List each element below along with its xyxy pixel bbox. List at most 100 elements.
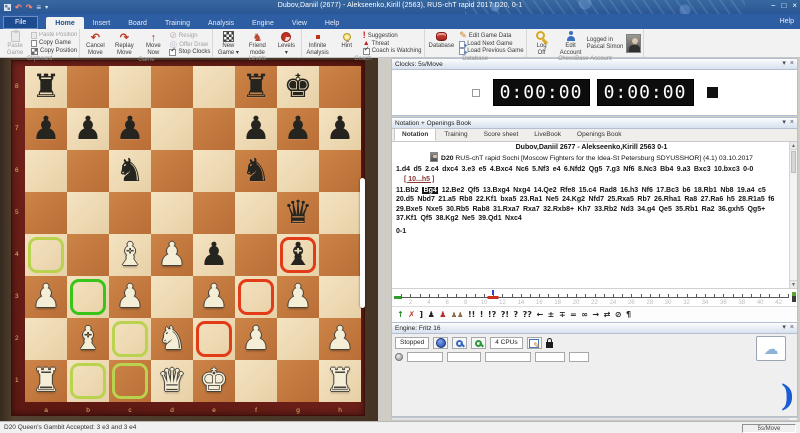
eval-equal-button[interactable]: =: [570, 308, 577, 322]
tab-file[interactable]: File: [3, 16, 38, 29]
tab-insert[interactable]: Insert: [84, 17, 120, 29]
eval-white-better-button[interactable]: ±: [548, 308, 555, 322]
piece-white-bishop-c4[interactable]: ♝: [109, 234, 151, 276]
piece-black-pawn-h7[interactable]: ♟: [319, 108, 361, 150]
piece-white-king-e1[interactable]: ♚: [193, 360, 235, 402]
tab-engine[interactable]: Engine: [243, 17, 283, 29]
nag-brilliant-button[interactable]: !!: [468, 308, 475, 322]
exchange-variation-button[interactable]: ♟♟: [451, 308, 464, 322]
log-off-button[interactable]: Log Off: [529, 30, 555, 56]
cloud-engine-button[interactable]: [756, 336, 786, 361]
tab-board[interactable]: Board: [119, 17, 156, 29]
board-icon[interactable]: [4, 4, 11, 11]
erase-annotations-button[interactable]: ⊘: [615, 308, 622, 322]
insert-move-button[interactable]: ↑: [397, 308, 404, 322]
piece-black-pawn-g7[interactable]: ♟: [277, 108, 319, 150]
piece-white-pawn-f2[interactable]: ♟: [235, 318, 277, 360]
nag-attack-button[interactable]: →: [592, 308, 599, 322]
scroll-down-icon[interactable]: ▼: [790, 280, 797, 288]
notation-tab-training[interactable]: Training: [436, 128, 475, 141]
redo-icon[interactable]: [26, 2, 33, 13]
notation-tab-notation[interactable]: Notation: [394, 128, 436, 141]
eval-black-better-button[interactable]: ∓: [559, 308, 566, 322]
copy-position-button[interactable]: Copy Position: [31, 48, 77, 55]
piece-white-pawn-e3[interactable]: ♟: [193, 276, 235, 318]
collapse-icon[interactable]: ▾: [782, 119, 786, 127]
engine-value-field-3[interactable]: [485, 352, 531, 362]
caret-icon[interactable]: [45, 1, 48, 14]
close-icon[interactable]: ×: [790, 60, 794, 68]
engine-start-button[interactable]: [433, 337, 448, 349]
copy-game-button[interactable]: Copy Game: [31, 40, 77, 47]
move-now-button[interactable]: Move Now: [140, 30, 166, 57]
minimize-button[interactable]: −: [771, 1, 776, 10]
piece-white-pawn-h2[interactable]: ♟: [319, 318, 361, 360]
restore-button[interactable]: □: [781, 1, 786, 10]
replay-move-button[interactable]: Replay Move: [111, 30, 137, 57]
piece-black-pawn-e4[interactable]: ♟: [193, 234, 235, 276]
piece-black-knight-c6[interactable]: ♞: [109, 150, 151, 192]
eval-unclear-button[interactable]: ∞: [581, 308, 588, 322]
collapse-icon[interactable]: ▾: [782, 60, 786, 68]
piece-white-queen-d1[interactable]: ♛: [151, 360, 193, 402]
tab-view[interactable]: View: [283, 17, 316, 29]
close-icon[interactable]: ×: [790, 119, 794, 127]
analysis-button[interactable]: [452, 337, 467, 349]
scroll-up-icon[interactable]: ▲: [790, 142, 797, 150]
hint-button[interactable]: Hint: [334, 30, 360, 56]
variation-line[interactable]: [ 10...h5 ]: [404, 176, 787, 183]
database-button[interactable]: Database: [427, 30, 457, 56]
nag-counterplay-button[interactable]: ⇄: [604, 308, 611, 322]
edit-account-button[interactable]: Edit Account: [558, 30, 584, 56]
delete-move-button[interactable]: ✗: [408, 308, 415, 322]
nag-retreat-button[interactable]: ←: [536, 308, 543, 322]
lock-icon[interactable]: [546, 342, 553, 348]
scrollbar-thumb[interactable]: [392, 418, 789, 420]
tab-help[interactable]: Help: [316, 17, 348, 29]
engine-value-field-4[interactable]: [535, 352, 565, 362]
piece-black-pawn-c7[interactable]: ♟: [109, 108, 151, 150]
nag-good-button[interactable]: !: [480, 308, 484, 322]
cpus-button[interactable]: 4 CPUs: [490, 337, 522, 349]
stop-clocks-button[interactable]: Stop Clocks: [169, 49, 210, 56]
menu-icon[interactable]: [36, 2, 41, 13]
end-variation-button[interactable]: ]: [419, 308, 423, 322]
notation-output-button[interactable]: [527, 337, 542, 349]
piece-white-pawn-a3[interactable]: ♟: [25, 276, 67, 318]
tab-home[interactable]: Home: [46, 17, 83, 29]
piece-black-rook-a8[interactable]: ♜: [25, 66, 67, 108]
piece-white-pawn-d4[interactable]: ♟: [151, 234, 193, 276]
close-button[interactable]: ×: [792, 1, 797, 10]
tab-training[interactable]: Training: [156, 17, 199, 29]
notation-tab-score-sheet[interactable]: Score sheet: [476, 128, 527, 141]
piece-black-rook-f8[interactable]: ♜: [235, 66, 277, 108]
piece-white-rook-h1[interactable]: ♜: [319, 360, 361, 402]
notation-tab-livebook[interactable]: LiveBook: [526, 128, 569, 141]
engine-value-field-2[interactable]: [447, 352, 481, 362]
load-previous-game-button[interactable]: Load Previous Game: [459, 48, 523, 55]
coach-is-watching-button[interactable]: Coach is Watching: [363, 48, 422, 55]
board-splitter-handle[interactable]: [360, 178, 365, 308]
nag-interesting-button[interactable]: !?: [488, 308, 496, 322]
game-timeline-slider[interactable]: 24681012141618202224262830323436384042: [392, 288, 797, 306]
selected-move[interactable]: Bg4: [422, 187, 438, 194]
piece-black-queen-g5[interactable]: ♛: [277, 192, 319, 234]
nag-blunder-button[interactable]: ??: [523, 308, 532, 322]
delete-variation-button[interactable]: ♟: [439, 308, 446, 322]
piece-black-pawn-b7[interactable]: ♟: [67, 108, 109, 150]
deep-analysis-button[interactable]: [471, 337, 486, 349]
piece-white-pawn-g3[interactable]: ♟: [277, 276, 319, 318]
piece-white-pawn-c3[interactable]: ♟: [109, 276, 151, 318]
threat-button[interactable]: Threat: [363, 41, 422, 48]
collapse-icon[interactable]: ▾: [782, 324, 786, 332]
engine-value-field-5[interactable]: [569, 352, 589, 362]
suggestion-button[interactable]: Suggestion: [363, 32, 422, 41]
nag-mistake-button[interactable]: ?: [514, 308, 519, 322]
infinite-analysis-button[interactable]: Infinite Analysis: [304, 30, 330, 56]
piece-white-knight-d2[interactable]: ♞: [151, 318, 193, 360]
piece-black-king-g8[interactable]: ♚: [277, 66, 319, 108]
engine-value-field-1[interactable]: [407, 352, 443, 362]
text-annotation-button[interactable]: ¶: [626, 308, 631, 322]
engine-stopped-button[interactable]: Stopped: [395, 337, 429, 349]
load-next-game-button[interactable]: Load Next Game: [459, 41, 523, 48]
